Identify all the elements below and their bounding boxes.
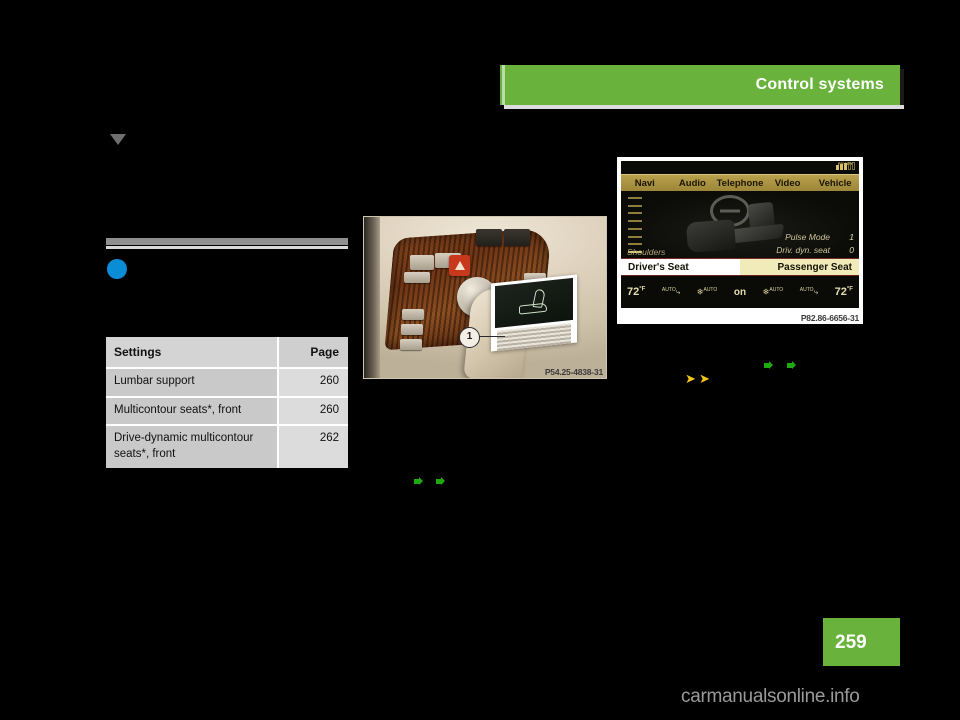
triangle-down-icon (110, 134, 126, 145)
table-row[interactable]: Lumbar support 260 (106, 368, 348, 398)
console-button-e (401, 324, 423, 335)
blue-dot-icon (107, 259, 127, 279)
photo-left-shadow (364, 217, 380, 378)
cell-setting: Lumbar support (106, 368, 278, 398)
signal-strength-icon: READY (836, 161, 855, 170)
cell-page: 260 (277, 396, 348, 427)
shoulders-label: Shoulders (627, 247, 666, 257)
manual-page: Control systems Settings Page Lumbar sup… (0, 0, 960, 720)
driver-auto-seat-icon: AUTO⤷ (661, 286, 681, 297)
menu-item-telephone[interactable]: Telephone (716, 178, 764, 189)
console-button-seat (476, 229, 502, 246)
column-header-settings: Settings (106, 337, 278, 370)
parameter-value: 0 (849, 244, 854, 255)
table-row[interactable]: Multicontour seats*, front 260 (106, 396, 348, 427)
callout-leader-line (477, 336, 505, 338)
console-button-d (402, 309, 424, 320)
parameter-value: 1 (849, 232, 854, 243)
green-arrow-marker (436, 477, 445, 486)
climate-status: on (733, 286, 747, 298)
comand-menu-bar: Navi Audio Telephone Video Vehicle (621, 174, 859, 192)
seat-graphic-area: Shoulders Pulse Mode 1 Driv. dyn. seat 0 (621, 191, 859, 258)
shoulder-level-indicator (628, 197, 642, 253)
green-arrow-marker (787, 361, 796, 370)
tab-passenger-seat[interactable]: Passenger Seat (740, 259, 859, 276)
chapter-header-band: Control systems (500, 65, 900, 105)
tab-drivers-seat[interactable]: Driver's Seat (621, 259, 740, 276)
cell-page: 260 (277, 368, 348, 398)
console-button-f (400, 339, 422, 350)
cell-page: 262 (277, 425, 348, 469)
parameter-label: Driv. dyn. seat (776, 244, 830, 255)
table-row[interactable]: Drive-dynamic multicontour seats*, front… (106, 425, 348, 469)
seat-icon (517, 289, 551, 317)
yellow-glyph-marker: ➤ (685, 372, 696, 387)
console-button-c (404, 272, 430, 283)
passenger-auto-seat-icon: AUTO⤷ (799, 286, 819, 297)
watermark: carmanualsonline.info (681, 686, 860, 707)
cell-setting: Drive-dynamic multicontour seats*, front (106, 425, 278, 469)
driver-auto-fan-icon: ❄AUTO (696, 287, 718, 297)
settings-table: Settings Page Lumbar support 260 Multico… (106, 337, 348, 469)
comand-caption: P82.86-6656-31 (800, 313, 859, 323)
console-button-rear (504, 229, 530, 246)
parameter-driv-dyn-seat: Driv. dyn. seat 0 (776, 244, 854, 256)
parameter-label: Pulse Mode (785, 232, 830, 243)
console-photo: 1 P54.25-4838-31 (363, 216, 607, 379)
column-header-page: Page (277, 337, 348, 370)
comand-display: READY Navi Audio Telephone Video Vehicle (617, 157, 863, 324)
comand-status-strip: READY (621, 161, 859, 173)
passenger-temperature: 72°F (834, 286, 853, 298)
parameter-pulse-mode: Pulse Mode 1 (776, 231, 854, 243)
menu-item-vehicle[interactable]: Vehicle (811, 178, 859, 189)
menu-item-video[interactable]: Video (764, 178, 812, 189)
seat-parameter-values: Pulse Mode 1 Driv. dyn. seat 0 (776, 231, 854, 256)
ready-label: READY (837, 161, 853, 166)
yellow-glyph-marker: ➤ (699, 372, 710, 387)
menu-item-navi[interactable]: Navi (621, 178, 669, 189)
section-divider-rule (106, 238, 348, 249)
climate-control-bar: 72°F AUTO⤷ ❄AUTO on ❄AUTO AUTO⤷ 72°F (621, 275, 859, 308)
chapter-title: Control systems (755, 76, 884, 93)
console-button-a (410, 255, 434, 270)
menu-item-audio[interactable]: Audio (669, 178, 717, 189)
green-arrow-marker (764, 361, 773, 370)
page-number: 259 (835, 632, 867, 653)
cell-setting: Multicontour seats*, front (106, 396, 278, 427)
table-header-row: Settings Page (106, 337, 348, 370)
seat-selection-tabs: Driver's Seat Passenger Seat (621, 258, 859, 276)
callout-number-1: 1 (459, 327, 480, 348)
front-seat-graphic (686, 219, 736, 253)
comand-screen: READY Navi Audio Telephone Video Vehicle (621, 161, 859, 308)
chapter-header-underline (504, 105, 904, 109)
hazard-warning-button (449, 255, 470, 276)
green-arrow-marker (414, 477, 423, 486)
driver-temperature: 72°F (627, 286, 646, 298)
seat-adjustment-switch (495, 277, 573, 329)
passenger-auto-fan-icon: ❄AUTO (762, 287, 784, 297)
photo-caption: P54.25-4838-31 (544, 367, 603, 377)
